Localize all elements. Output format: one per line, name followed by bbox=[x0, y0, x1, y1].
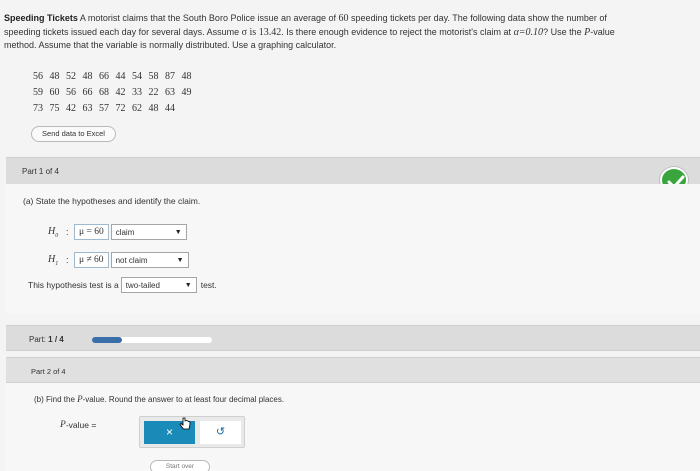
data-cell: 42 bbox=[115, 86, 126, 98]
problem-text: -value bbox=[590, 26, 615, 37]
test-type-row: This hypothesis test is a two-tailed ▼ t… bbox=[28, 277, 217, 293]
test-type-select[interactable]: two-tailed ▼ bbox=[120, 277, 197, 293]
problem-text: speeding tickets issued each day for sev… bbox=[4, 26, 240, 37]
data-cell: 48 bbox=[49, 70, 60, 82]
data-cell: 66 bbox=[99, 70, 109, 82]
null-hypothesis-row: H0 : μ = 60 claim ▼ bbox=[48, 224, 187, 240]
pvalue-row: P -value = bbox=[60, 420, 96, 430]
h1-claim-value: not claim bbox=[115, 255, 148, 265]
part1-label: Part 1 of 4 bbox=[22, 167, 59, 176]
progress-value: 1 / 4 bbox=[48, 335, 64, 344]
data-cell: 22 bbox=[148, 86, 159, 98]
data-cell: 87 bbox=[165, 70, 175, 82]
data-row: 73 75 42 63 57 72 62 48 44 bbox=[33, 100, 198, 116]
part2-question-text: (b) Find the bbox=[34, 395, 75, 404]
problem-text: method. Assume that the variable is norm… bbox=[4, 40, 337, 50]
send-to-excel-button[interactable]: Send data to Excel bbox=[31, 126, 116, 142]
data-cell: 72 bbox=[115, 102, 126, 114]
h0-expression-field[interactable]: μ = 60 bbox=[74, 224, 109, 240]
data-row: 56 48 52 48 66 44 54 58 87 48 bbox=[33, 68, 198, 84]
page: Speeding Tickets A motorist claims that … bbox=[0, 0, 700, 471]
data-cell: 42 bbox=[66, 102, 76, 114]
data-cell: 58 bbox=[148, 70, 159, 82]
data-cell: 60 bbox=[49, 86, 60, 98]
data-cell: 48 bbox=[82, 70, 93, 82]
part2-header: Part 2 of 4 bbox=[6, 357, 700, 383]
data-cell: 44 bbox=[115, 70, 126, 82]
colon: : bbox=[66, 227, 69, 237]
dropdown-arrow-icon: ▼ bbox=[176, 256, 184, 264]
problem-sigma: σ is 13.42 bbox=[241, 26, 282, 38]
pvalue-label: -value = bbox=[65, 420, 97, 430]
problem-text: ? Use the bbox=[543, 26, 582, 37]
problem-text: . Is there enough evidence to reject the… bbox=[281, 26, 512, 37]
data-cell: 44 bbox=[165, 102, 175, 114]
h0-claim-value: claim bbox=[115, 227, 135, 237]
dropdown-arrow-icon: ▼ bbox=[184, 281, 192, 289]
h1-subscript: 1 bbox=[55, 260, 59, 267]
problem-statement: Speeding Tickets A motorist claims that … bbox=[4, 12, 694, 52]
data-cell: 48 bbox=[181, 70, 192, 82]
h0-symbol: H0 bbox=[48, 226, 66, 239]
start-over-button[interactable]: Start over bbox=[150, 460, 210, 471]
data-cell: 48 bbox=[148, 102, 159, 114]
part1-header: Part 1 of 4 bbox=[6, 157, 700, 185]
problem-text: A motorist claims that the South Boro Po… bbox=[79, 13, 337, 23]
problem-text: speeding tickets per day. The following … bbox=[351, 13, 607, 23]
data-cell: 66 bbox=[82, 86, 93, 98]
problem-title: Speeding Tickets bbox=[4, 13, 78, 23]
data-row: 59 60 56 66 68 42 33 22 63 49 bbox=[33, 84, 198, 100]
data-cell: 52 bbox=[66, 70, 76, 82]
data-cell: 62 bbox=[132, 102, 142, 114]
test-type-suffix: test. bbox=[200, 280, 217, 290]
progress-bar bbox=[92, 337, 212, 343]
data-cell: 49 bbox=[181, 86, 192, 98]
data-cell: 59 bbox=[33, 86, 43, 98]
part2-question-text: -value. Round the answer to at least fou… bbox=[82, 395, 285, 404]
hand-cursor-icon bbox=[178, 417, 192, 436]
h0-claim-select[interactable]: claim ▼ bbox=[110, 224, 187, 240]
progress-bar-fill bbox=[92, 337, 122, 343]
h1-expression-field[interactable]: μ ≠ 60 bbox=[74, 252, 109, 268]
data-cell: 33 bbox=[132, 86, 142, 98]
progress-band: Part: 1 / 4 bbox=[6, 325, 700, 351]
data-cell: 56 bbox=[33, 70, 43, 82]
data-cell: 63 bbox=[82, 102, 93, 114]
h1-symbol: H1 bbox=[48, 254, 66, 267]
data-cell: 75 bbox=[49, 102, 60, 114]
alternative-hypothesis-row: H1 : μ ≠ 60 not claim ▼ bbox=[48, 252, 189, 268]
problem-mean: 60 bbox=[338, 13, 349, 24]
data-cell: 68 bbox=[99, 86, 109, 98]
h1-claim-select[interactable]: not claim ▼ bbox=[110, 252, 189, 268]
colon: : bbox=[66, 255, 69, 265]
test-type-prefix: This hypothesis test is a bbox=[28, 280, 119, 290]
problem-alpha: α=0.10 bbox=[513, 26, 544, 38]
data-cell: 73 bbox=[33, 102, 43, 114]
data-cell: 63 bbox=[165, 86, 175, 98]
test-type-value: two-tailed bbox=[125, 280, 160, 290]
part2-question: (b) Find the P-value. Round the answer t… bbox=[34, 394, 284, 404]
progress-label: Part: 1 / 4 bbox=[29, 335, 64, 344]
part1-question: (a) State the hypotheses and identify th… bbox=[23, 196, 201, 206]
h0-subscript: 0 bbox=[55, 232, 59, 239]
undo-button[interactable]: ↺ bbox=[200, 421, 241, 444]
answer-panel: × ↺ bbox=[139, 416, 245, 448]
part2-label: Part 2 of 4 bbox=[31, 367, 66, 376]
dropdown-arrow-icon: ▼ bbox=[174, 228, 182, 236]
data-table: 56 48 52 48 66 44 54 58 87 48 59 60 56 6… bbox=[33, 68, 198, 116]
data-cell: 54 bbox=[132, 70, 142, 82]
data-cell: 57 bbox=[99, 102, 109, 114]
data-cell: 56 bbox=[66, 86, 76, 98]
progress-label-text: Part: bbox=[29, 335, 46, 344]
